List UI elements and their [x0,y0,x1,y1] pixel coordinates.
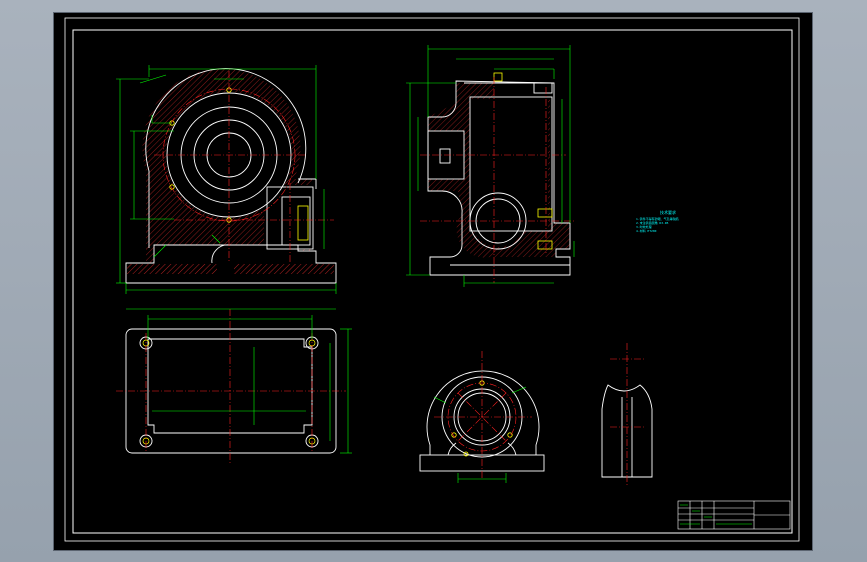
detail-view [601,343,653,487]
technical-notes: 技术要求 1.铸件不得有砂眼、气孔等缺陷 2.未注铸造圆角 R3-R5 3.时效… [636,209,679,233]
cad-drawing-viewport[interactable]: 技术要求 1.铸件不得有砂眼、气孔等缺陷 2.未注铸造圆角 R3-R5 3.时效… [54,13,812,550]
title-block [677,500,791,530]
notes-line-4: 4.材料 HT200 [636,228,657,233]
end-view [419,351,545,483]
side-section-view [406,45,575,287]
notes-title: 技术要求 [660,209,676,215]
bottom-plan-view [116,308,352,463]
front-section-view [116,65,337,294]
drawing-canvas: 技术要求 1.铸件不得有砂眼、气孔等缺陷 2.未注铸造圆角 R3-R5 3.时效… [64,17,800,542]
